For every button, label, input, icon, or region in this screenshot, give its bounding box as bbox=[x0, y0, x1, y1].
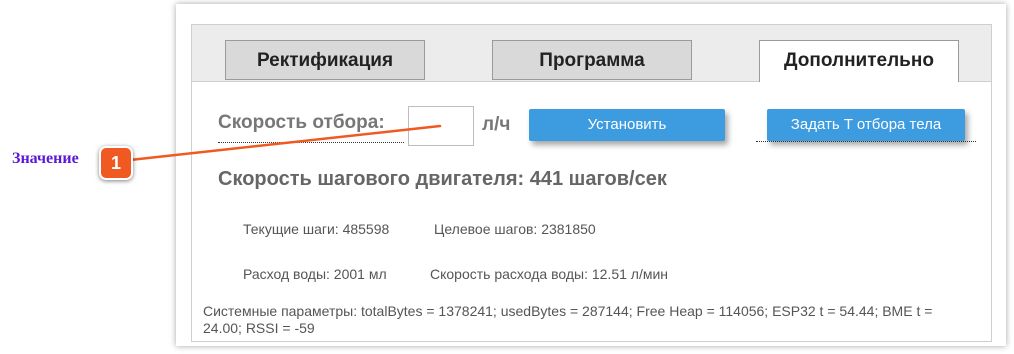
annotation-label: Значение bbox=[12, 150, 79, 167]
annotation-badge: 1 bbox=[99, 146, 133, 180]
annotation-pointer-line bbox=[128, 124, 442, 162]
